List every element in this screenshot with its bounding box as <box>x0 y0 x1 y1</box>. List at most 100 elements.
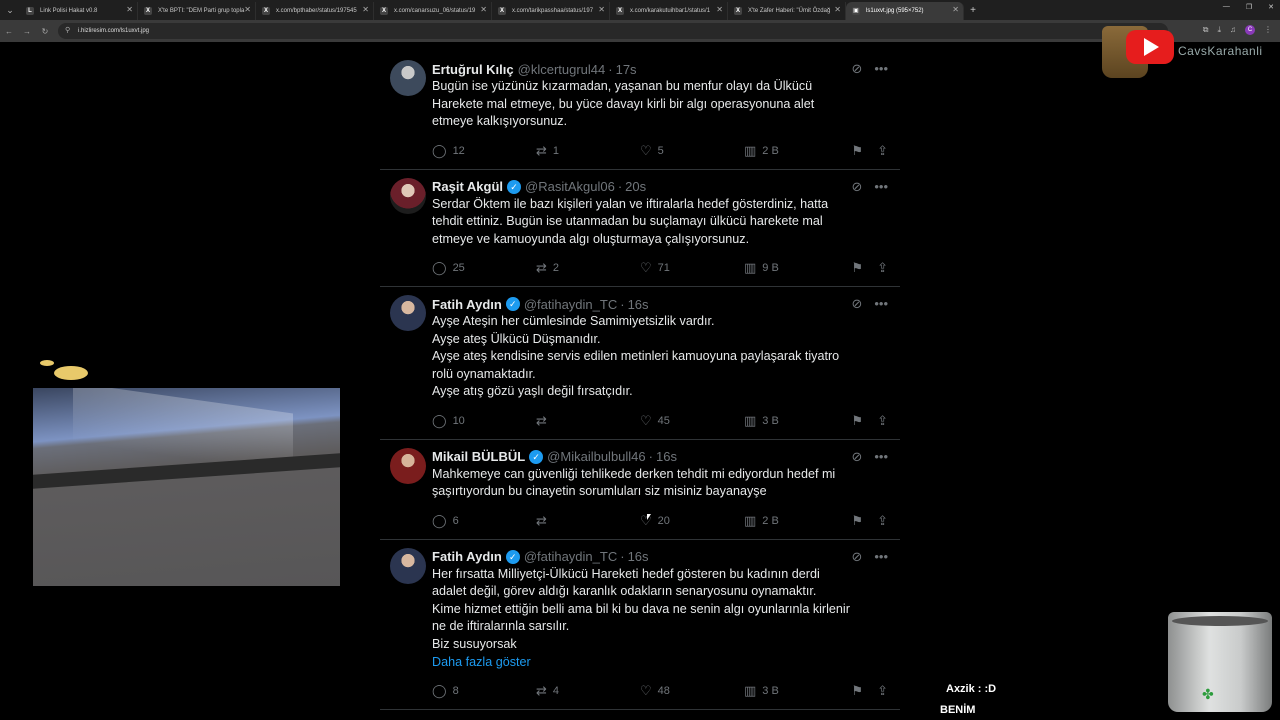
reply-button[interactable]: ◯ 12 <box>432 143 536 159</box>
grok-icon[interactable]: ⊘ <box>851 449 862 465</box>
more-options-icon[interactable]: ••• <box>874 549 888 565</box>
tweet[interactable]: ⊘ ••• Mikail BÜLBÜL ✓ @Mikailbulbull46 ·… <box>380 440 900 540</box>
author-handle[interactable]: @klcertugrul44 <box>518 62 606 77</box>
like-button[interactable]: ♡ 71 <box>640 260 744 276</box>
browser-tab[interactable]: L Link Polisi Hakat v0.8 ✕ <box>20 2 138 20</box>
address-bar[interactable]: ⚲ i.hizliresim.com/ls1uxvt.jpg <box>58 23 1168 39</box>
author-handle[interactable]: @Mikailbulbull46 <box>547 449 645 464</box>
reply-button[interactable]: ◯ 10 <box>432 413 536 429</box>
view-count: 9 B <box>762 262 779 274</box>
share-icon[interactable]: ⇪ <box>877 513 888 529</box>
author-name[interactable]: Ertuğrul Kılıç <box>432 62 514 77</box>
maximize-icon[interactable]: ❐ <box>1246 3 1252 11</box>
avatar[interactable] <box>390 447 426 484</box>
reply-count: 6 <box>452 514 459 527</box>
share-icon[interactable]: ⇪ <box>877 143 888 159</box>
tweet[interactable]: ⊘ ••• Raşit Akgül ✓ @RasitAkgul06 · 20s … <box>380 170 900 287</box>
tab-close-icon[interactable]: ✕ <box>716 5 723 14</box>
tab-search-icon[interactable]: ⌄ <box>0 0 20 20</box>
bookmark-icon[interactable]: ⚑ <box>851 260 863 276</box>
author-handle[interactable]: @RasitAkgul06 <box>525 179 615 194</box>
tab-close-icon[interactable]: ✕ <box>598 5 605 14</box>
share-icon[interactable]: ⇪ <box>877 683 888 699</box>
tab-close-icon[interactable]: ✕ <box>480 5 487 14</box>
author-name[interactable]: Mikail BÜLBÜL <box>432 449 525 464</box>
tweet-time[interactable]: 16s <box>628 297 649 312</box>
reload-icon[interactable]: ↻ <box>36 27 54 36</box>
separator-dot: · <box>608 61 613 77</box>
bookmark-icon[interactable]: ⚑ <box>851 413 863 429</box>
pet-sticker-icon <box>40 358 92 382</box>
forward-icon[interactable]: → <box>18 27 36 36</box>
repost-button[interactable]: ⇄ 1 <box>536 143 640 159</box>
avatar[interactable] <box>390 547 426 584</box>
tweet[interactable]: ⊘ ••• Fatih Aydın ✓ @fatihaydin_TC · 16s… <box>380 540 900 710</box>
bookmark-icon[interactable]: ⚑ <box>851 683 863 699</box>
browser-tab[interactable]: X x.com/tarikpasshaa/status/197 ✕ <box>492 2 610 20</box>
browser-tab[interactable]: X x.com/canarsuzu_06/status/19 ✕ <box>374 2 492 20</box>
like-button[interactable]: ♡ 5 <box>640 143 744 159</box>
bookmark-icon[interactable]: ⚑ <box>851 513 863 529</box>
tab-close-icon[interactable]: ✕ <box>834 5 841 14</box>
views-button[interactable]: ▥ 3 B <box>744 413 848 429</box>
tweet-time[interactable]: 16s <box>656 449 677 464</box>
browser-tab[interactable]: X X'te Zafer Haberi: "Ümit Özdağ ✕ <box>728 2 846 20</box>
reply-button[interactable]: ◯ 8 <box>432 683 536 699</box>
tab-close-icon[interactable]: ✕ <box>244 5 251 14</box>
minimize-icon[interactable]: — <box>1223 3 1230 11</box>
author-name[interactable]: Fatih Aydın <box>432 297 502 312</box>
show-more-link[interactable]: Daha fazla göster <box>432 653 888 671</box>
browser-tab[interactable]: ▣ ls1uxvt.jpg (595×752) ✕ <box>846 2 964 20</box>
browser-tab[interactable]: X x.com/bpthaber/status/197545 ✕ <box>256 2 374 20</box>
site-info-icon[interactable]: ⚲ <box>65 26 70 34</box>
tweet[interactable]: ⊘ ••• Ertuğrul Kılıç @klcertugrul44 · 17… <box>380 52 900 170</box>
repost-button[interactable]: ⇄ <box>536 413 640 429</box>
view-count: 2 B <box>762 514 779 527</box>
like-button[interactable]: ♡ 45 <box>640 413 744 429</box>
like-button[interactable]: ♡ 20 <box>640 513 744 529</box>
reply-button[interactable]: ◯ 25 <box>432 260 536 276</box>
close-window-icon[interactable]: ✕ <box>1268 3 1274 11</box>
more-options-icon[interactable]: ••• <box>874 449 888 465</box>
new-tab-button[interactable]: + <box>964 5 982 16</box>
tweet[interactable]: ⊘ ••• Fatih Aydın ✓ @fatihaydin_TC · 16s… <box>380 287 900 440</box>
tweet-time[interactable]: 16s <box>628 549 649 564</box>
views-button[interactable]: ▥ 2 B <box>744 513 848 529</box>
avatar[interactable] <box>390 177 426 214</box>
author-name[interactable]: Fatih Aydın <box>432 549 502 564</box>
author-handle[interactable]: @fatihaydin_TC <box>524 297 617 312</box>
tab-favicon-icon: X <box>380 7 388 15</box>
share-icon[interactable]: ⇪ <box>877 260 888 276</box>
more-options-icon[interactable]: ••• <box>874 179 888 195</box>
tweet-time[interactable]: 17s <box>616 62 637 77</box>
reply-button[interactable]: ◯ 6 <box>432 513 536 529</box>
tab-close-icon[interactable]: ✕ <box>362 5 369 14</box>
browser-tab[interactable]: X x.com/karakutuihbar1/status/1 ✕ <box>610 2 728 20</box>
repost-button[interactable]: ⇄ 2 <box>536 260 640 276</box>
heart-icon: ♡ <box>640 683 652 698</box>
tab-close-icon[interactable]: ✕ <box>126 5 133 14</box>
grok-icon[interactable]: ⊘ <box>851 549 862 565</box>
views-button[interactable]: ▥ 3 B <box>744 683 848 699</box>
repost-button[interactable]: ⇄ 4 <box>536 683 640 699</box>
grok-icon[interactable]: ⊘ <box>851 61 862 77</box>
repost-button[interactable]: ⇄ <box>536 513 640 529</box>
tweet-time[interactable]: 20s <box>625 179 646 194</box>
verified-badge-icon: ✓ <box>505 549 520 564</box>
grok-icon[interactable]: ⊘ <box>851 296 862 312</box>
grok-icon[interactable]: ⊘ <box>851 179 862 195</box>
back-icon[interactable]: ← <box>0 27 18 36</box>
like-button[interactable]: ♡ 48 <box>640 683 744 699</box>
browser-tab[interactable]: X X'te BPTI: "DEM Parti grup topla ✕ <box>138 2 256 20</box>
more-options-icon[interactable]: ••• <box>874 296 888 312</box>
author-name[interactable]: Raşit Akgül <box>432 179 503 194</box>
views-button[interactable]: ▥ 9 B <box>744 260 848 276</box>
share-icon[interactable]: ⇪ <box>877 413 888 429</box>
tab-close-icon[interactable]: ✕ <box>952 5 959 14</box>
author-handle[interactable]: @fatihaydin_TC <box>524 549 617 564</box>
bookmark-icon[interactable]: ⚑ <box>851 143 863 159</box>
views-button[interactable]: ▥ 2 B <box>744 143 848 159</box>
avatar[interactable] <box>390 60 426 96</box>
more-options-icon[interactable]: ••• <box>874 61 888 77</box>
avatar[interactable] <box>390 295 426 331</box>
